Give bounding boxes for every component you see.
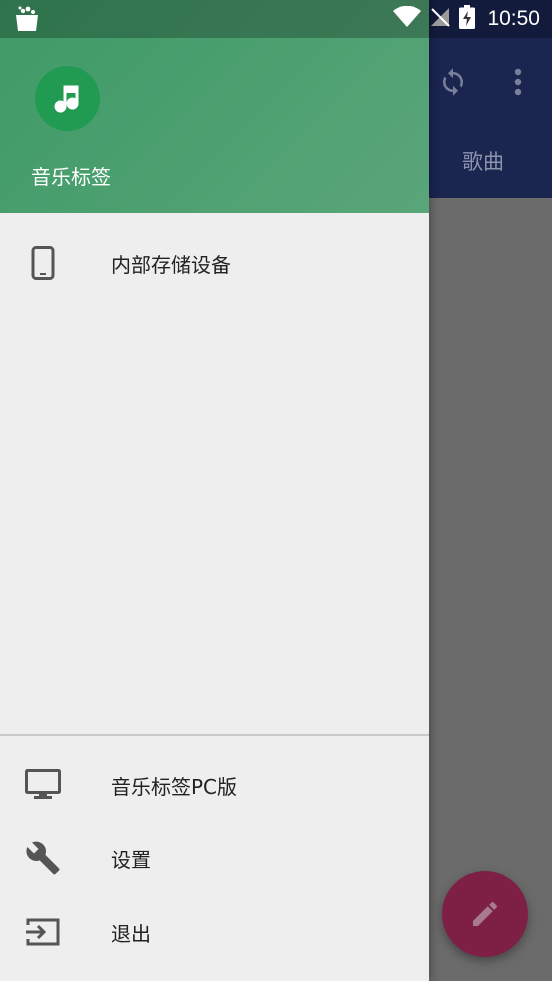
drawer-item-label: 退出 [111, 921, 151, 946]
notification-app-icon [14, 5, 40, 37]
drawer-item-pc-version[interactable]: 音乐标签PC版 [0, 750, 429, 820]
battery-charging-icon [459, 5, 476, 33]
drawer-item-settings[interactable]: 设置 [0, 823, 429, 893]
monitor-icon [23, 765, 63, 805]
wifi-icon [393, 5, 422, 32]
app-name: 音乐标签 [31, 165, 111, 189]
tab-songs[interactable]: 歌曲 [440, 146, 526, 176]
navigation-drawer: 音乐标签 内部存储设备 音乐标签PC版 设置 退出 [0, 0, 429, 981]
drawer-divider [0, 734, 429, 736]
status-time: 10:50 [487, 7, 540, 30]
sync-icon[interactable] [433, 62, 473, 102]
wrench-icon [23, 838, 63, 878]
drawer-item-exit[interactable]: 退出 [0, 897, 429, 967]
no-signal-icon [429, 6, 451, 32]
app-logo [35, 66, 100, 131]
phone-icon [23, 243, 63, 283]
pencil-icon [473, 901, 498, 926]
status-bar: 10:50 [0, 0, 552, 38]
drawer-item-label: 音乐标签PC版 [111, 774, 238, 799]
drawer-item-label: 设置 [111, 847, 151, 872]
edit-fab-button[interactable] [442, 871, 528, 957]
drawer-item-label: 内部存储设备 [111, 252, 231, 277]
drawer-item-internal-storage[interactable]: 内部存储设备 [0, 228, 429, 298]
music-note-icon [54, 85, 79, 113]
more-options-icon[interactable] [498, 62, 538, 102]
exit-icon [23, 912, 63, 952]
